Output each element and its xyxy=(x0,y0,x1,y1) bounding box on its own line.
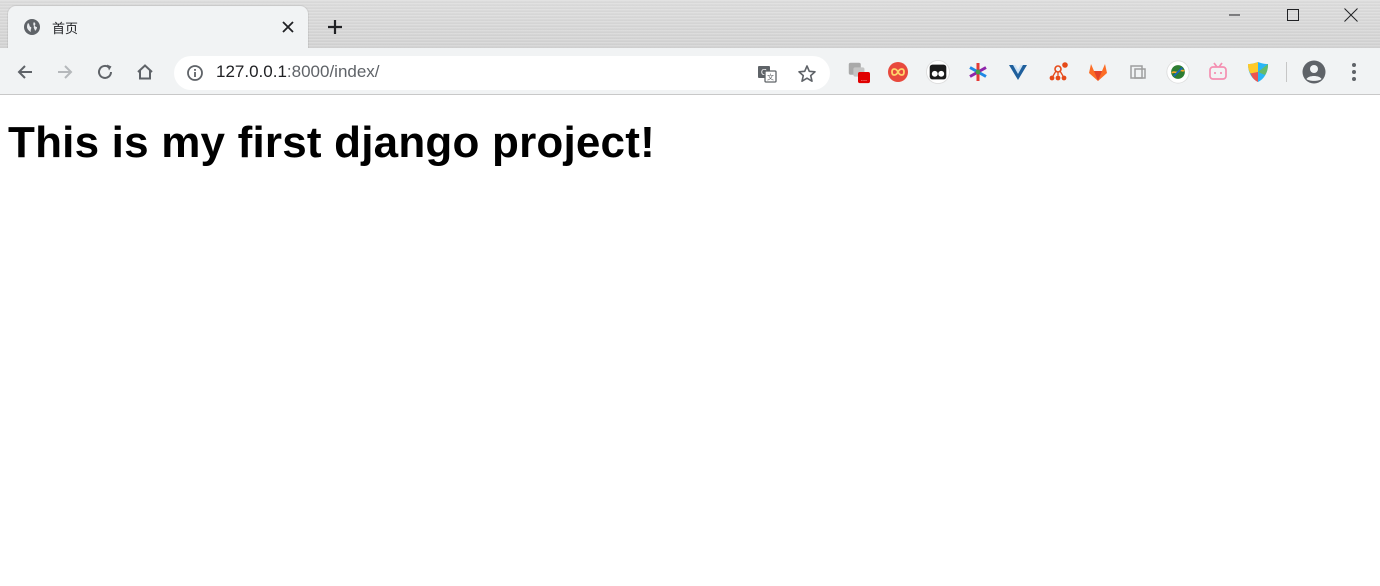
info-icon[interactable] xyxy=(186,64,204,82)
translate-icon[interactable]: G文 xyxy=(756,63,778,85)
back-button[interactable] xyxy=(9,56,41,88)
tab-close-icon[interactable] xyxy=(278,17,298,37)
window-controls xyxy=(1206,0,1380,30)
maximize-button[interactable] xyxy=(1264,0,1322,30)
minimize-icon xyxy=(1229,14,1240,16)
extension-red-badge-icon[interactable]: ... xyxy=(846,60,870,84)
forward-button[interactable] xyxy=(49,56,81,88)
maximize-icon xyxy=(1287,9,1299,21)
extension-graph-icon[interactable] xyxy=(1046,60,1070,84)
new-tab-button[interactable] xyxy=(322,14,348,40)
extension-globe-green-icon[interactable] xyxy=(1166,60,1190,84)
minimize-button[interactable] xyxy=(1206,0,1264,30)
extension-infinity-icon[interactable] xyxy=(886,60,910,84)
svg-text:文: 文 xyxy=(767,73,774,82)
extension-badge-text: ... xyxy=(861,75,867,83)
menu-kebab-icon[interactable] xyxy=(1342,60,1366,84)
bookmark-star-icon[interactable] xyxy=(796,63,818,85)
browser-titlebar: 首页 xyxy=(0,0,1380,48)
extension-shield-colored-icon[interactable] xyxy=(1246,60,1270,84)
extension-clipboard-icon[interactable] xyxy=(1126,60,1150,84)
url-path: :8000/index/ xyxy=(286,62,380,81)
extension-tampermonkey-icon[interactable] xyxy=(926,60,950,84)
profile-avatar-icon[interactable] xyxy=(1302,60,1326,84)
extension-bilibili-tv-icon[interactable] xyxy=(1206,60,1230,84)
reload-icon xyxy=(98,64,112,79)
toolbar-divider xyxy=(1286,62,1287,82)
close-window-button[interactable] xyxy=(1322,0,1380,30)
reload-button[interactable] xyxy=(89,56,121,88)
url-host: 127.0.0.1 xyxy=(216,62,287,81)
extension-asterisk-icon[interactable] xyxy=(966,60,990,84)
page-heading: This is my first django project! xyxy=(8,118,655,167)
forward-arrow-icon xyxy=(58,65,73,79)
address-bar[interactable]: 127.0.0.1:8000/index/ G文 xyxy=(174,56,830,90)
home-icon xyxy=(137,64,153,80)
url-text[interactable]: 127.0.0.1:8000/index/ xyxy=(216,62,380,82)
browser-toolbar: 127.0.0.1:8000/index/ G文 ... xyxy=(0,48,1380,95)
back-arrow-icon xyxy=(17,65,32,79)
close-icon xyxy=(1344,8,1358,22)
extension-vue-devtools-icon[interactable] xyxy=(1006,60,1030,84)
extension-gitlab-fox-icon[interactable] xyxy=(1086,60,1110,84)
home-button[interactable] xyxy=(129,56,161,88)
tab-title: 首页 xyxy=(52,22,79,37)
globe-icon xyxy=(24,19,40,35)
plus-icon xyxy=(328,20,342,34)
browser-tab[interactable]: 首页 xyxy=(8,6,308,48)
